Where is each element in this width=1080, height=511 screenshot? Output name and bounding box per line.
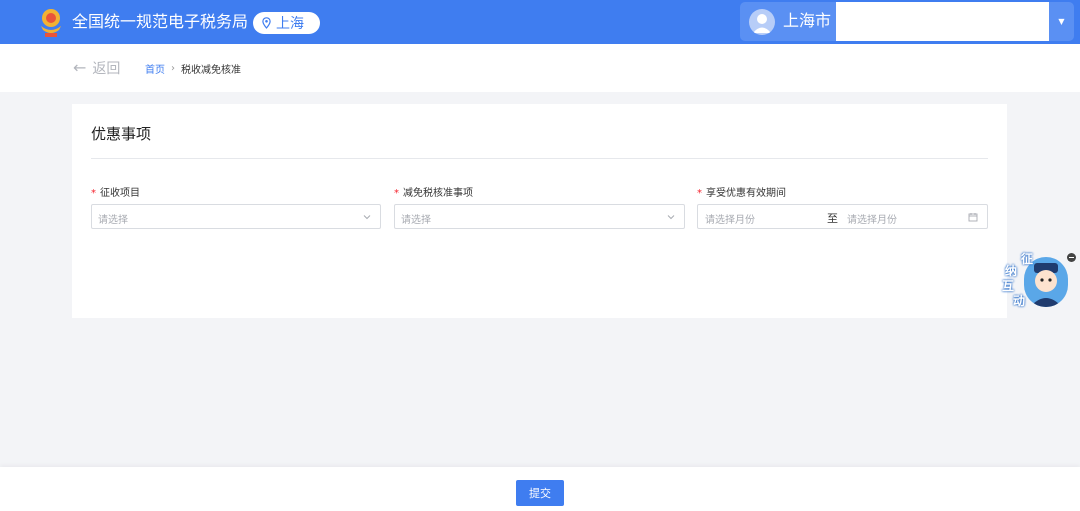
top-header: 全国统一规范电子税务局 上海 上海市 ▼: [0, 0, 1080, 44]
end-month-input[interactable]: 请选择月份: [847, 211, 897, 226]
card-divider: [91, 158, 988, 159]
back-button[interactable]: ← 返回: [73, 58, 120, 78]
minimize-icon[interactable]: [1067, 253, 1076, 262]
required-mark: *: [394, 188, 399, 199]
exemption-item-label: * 减免税核准事项: [394, 188, 473, 199]
chevron-down-icon: [363, 215, 371, 220]
required-mark: *: [91, 188, 96, 199]
exemption-item-select[interactable]: 请选择: [394, 204, 685, 229]
breadcrumb-home-link[interactable]: 首页: [145, 61, 165, 76]
location-pin-icon: [262, 17, 271, 29]
card-title: 优惠事项: [91, 125, 152, 143]
region-switcher[interactable]: 上海: [253, 12, 320, 34]
levy-item-label: * 征收项目: [91, 188, 140, 199]
preferential-items-card: 优惠事项 * 征收项目 请选择 * 减免税核准事项 请选择 * 享受优惠有效期间 请选…: [72, 104, 1007, 318]
tax-emblem-icon: [41, 9, 61, 37]
user-name-redaction: [836, 2, 1049, 41]
caret-down-icon[interactable]: ▼: [1049, 2, 1074, 41]
bottom-action-bar: 提交: [0, 467, 1080, 511]
breadcrumb-bar: ← 返回 首页 › 税收减免核准: [0, 44, 1080, 92]
user-menu[interactable]: 上海市 ▼: [740, 2, 1074, 41]
valid-period-range-picker[interactable]: 请选择月份 至 请选择月份: [697, 204, 988, 229]
exemption-item-placeholder: 请选择: [401, 215, 431, 226]
breadcrumb-separator: ›: [171, 63, 175, 74]
required-mark: *: [697, 188, 702, 199]
user-name: 上海市: [783, 11, 832, 30]
chevron-down-icon: [667, 215, 675, 220]
submit-button[interactable]: 提交: [516, 480, 564, 506]
arrow-left-icon: ←: [73, 58, 87, 77]
assistant-widget[interactable]: 征 纳 互 动: [1000, 250, 1076, 312]
breadcrumb: 首页 › 税收减免核准: [145, 61, 241, 76]
user-avatar-icon: [749, 9, 775, 35]
breadcrumb-current: 税收减免核准: [181, 65, 241, 76]
levy-item-select[interactable]: 请选择: [91, 204, 381, 229]
back-label: 返回: [92, 61, 121, 77]
calendar-icon: [968, 213, 978, 222]
range-separator: 至: [827, 212, 838, 225]
region-label: 上海: [276, 16, 304, 32]
valid-period-label: * 享受优惠有效期间: [697, 188, 786, 199]
levy-item-placeholder: 请选择: [98, 215, 128, 226]
start-month-input[interactable]: 请选择月份: [705, 211, 755, 226]
site-title[interactable]: 全国统一规范电子税务局: [72, 12, 248, 32]
